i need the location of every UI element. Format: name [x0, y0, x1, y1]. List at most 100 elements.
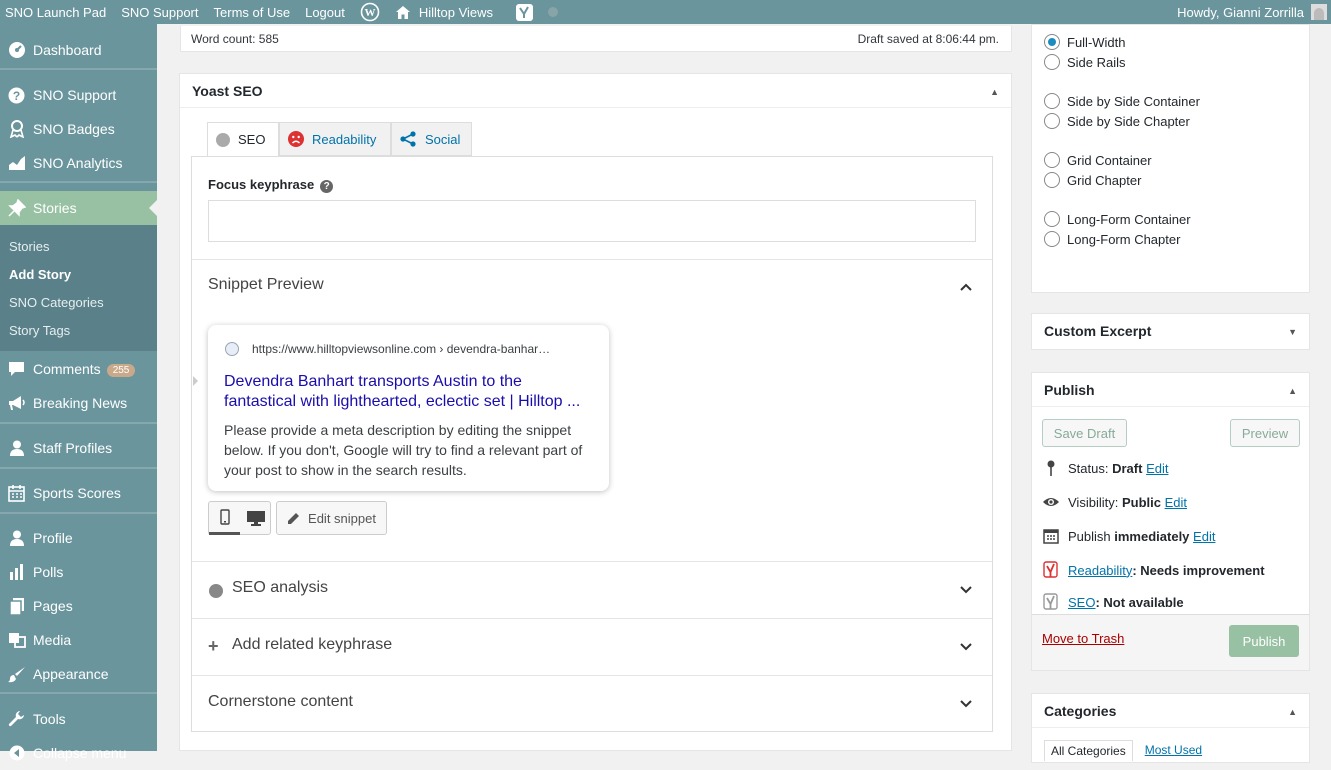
tab-readability[interactable]: Readability: [279, 122, 391, 156]
adminbar-sno-support[interactable]: SNO Support: [116, 0, 208, 24]
radio-icon[interactable]: [1044, 172, 1060, 188]
preview-button[interactable]: Preview: [1230, 419, 1300, 447]
save-draft-button[interactable]: Save Draft: [1042, 419, 1127, 447]
layout-option-side-rails[interactable]: Side Rails: [1044, 54, 1126, 70]
mobile-preview-button[interactable]: [209, 502, 240, 535]
badge-icon: [0, 120, 33, 138]
seo-analysis-title[interactable]: SEO analysis: [232, 579, 328, 597]
sidebar-item-collapse[interactable]: Collapse menu: [0, 736, 157, 770]
categories-header[interactable]: Categories ▲: [1032, 694, 1309, 728]
menu-separator: [0, 68, 157, 70]
add-related-keyphrase-title[interactable]: Add related keyphrase: [232, 636, 392, 654]
sidebar-item-sno-analytics[interactable]: SNO Analytics: [0, 146, 157, 180]
sidebar-item-stories[interactable]: Stories: [0, 191, 157, 225]
radio-icon[interactable]: [1044, 93, 1060, 109]
layout-option-side-by-side-container[interactable]: Side by Side Container: [1044, 93, 1200, 109]
radio-icon[interactable]: [1044, 211, 1060, 227]
radio-checked-icon[interactable]: [1044, 34, 1060, 50]
sidebar-item-polls[interactable]: Polls: [0, 555, 157, 589]
calendar-icon: [0, 484, 33, 502]
snippet-preview-title[interactable]: Snippet Preview: [208, 276, 324, 294]
collapse-up-icon[interactable]: ▲: [990, 87, 999, 97]
publish-header[interactable]: Publish ▲: [1032, 373, 1309, 407]
sad-face-red-icon: [288, 131, 304, 147]
adminbar-launch-pad[interactable]: SNO Launch Pad: [0, 0, 116, 24]
edit-snippet-button[interactable]: Edit snippet: [276, 501, 387, 535]
sidebar-item-tools[interactable]: Tools: [0, 702, 157, 736]
layout-option-label: Long-Form Chapter: [1067, 231, 1181, 247]
submenu-stories[interactable]: Stories: [9, 239, 49, 254]
chevron-down-icon[interactable]: [960, 641, 972, 653]
chevron-down-icon[interactable]: [960, 698, 972, 710]
chevron-down-icon[interactable]: [960, 584, 972, 596]
sidebar-item-sno-badges[interactable]: SNO Badges: [0, 112, 157, 146]
seo-link[interactable]: SEO: [1068, 595, 1095, 610]
layout-option-side-by-side-chapter[interactable]: Side by Side Chapter: [1044, 113, 1190, 129]
readability-value: : Needs improvement: [1132, 562, 1265, 578]
collapse-up-icon[interactable]: ▲: [1288, 707, 1297, 717]
sidebar-item-media[interactable]: Media: [0, 623, 157, 657]
sidebar-item-profile[interactable]: Profile: [0, 521, 157, 555]
help-question-icon[interactable]: ?: [320, 180, 334, 193]
collapse-icon: [0, 745, 33, 761]
custom-excerpt-header[interactable]: Custom Excerpt ▼: [1032, 314, 1309, 348]
edit-status-link[interactable]: Edit: [1146, 461, 1168, 476]
layout-option-grid-chapter[interactable]: Grid Chapter: [1044, 172, 1141, 188]
sidebar-item-sno-support[interactable]: ? SNO Support: [0, 78, 157, 112]
adminbar-account[interactable]: Howdy, Gianni Zorrilla: [1177, 0, 1331, 24]
visibility-label: Visibility:: [1068, 494, 1119, 510]
google-snippet-preview[interactable]: https://www.hilltopviewsonline.com › dev…: [208, 325, 609, 491]
sidebar-label: SNO Analytics: [33, 155, 123, 171]
layout-option-long-form-chapter[interactable]: Long-Form Chapter: [1044, 231, 1180, 247]
mobile-icon: [219, 509, 230, 525]
collapse-down-icon[interactable]: ▼: [1288, 327, 1297, 337]
readability-link[interactable]: Readability: [1068, 563, 1132, 578]
publish-button[interactable]: Publish: [1229, 625, 1299, 657]
word-count-bar: Word count: 585 Draft saved at 8:06:44 p…: [180, 26, 1012, 52]
sidebar-item-appearance[interactable]: Appearance: [0, 657, 157, 691]
collapse-up-icon[interactable]: ▲: [1288, 386, 1297, 396]
sidebar-item-dashboard[interactable]: Dashboard: [0, 33, 157, 67]
move-to-trash-link[interactable]: Move to Trash: [1042, 631, 1124, 646]
sidebar-item-pages[interactable]: Pages: [0, 589, 157, 623]
submenu-story-tags[interactable]: Story Tags: [9, 323, 70, 338]
snippet-title[interactable]: Devendra Banhart transports Austin to th…: [224, 372, 594, 412]
layout-option-label: Grid Container: [1067, 152, 1152, 168]
layout-option-long-form-container[interactable]: Long-Form Container: [1044, 211, 1191, 227]
submenu-add-story[interactable]: Add Story: [9, 267, 71, 282]
radio-icon[interactable]: [1044, 54, 1060, 70]
user-icon: [0, 530, 33, 546]
svg-text:?: ?: [13, 89, 20, 103]
snippet-description[interactable]: Please provide a meta description by edi…: [224, 420, 594, 480]
tab-social[interactable]: Social: [391, 122, 472, 156]
edit-publish-time-link[interactable]: Edit: [1193, 529, 1215, 544]
layout-option-full-width[interactable]: Full-Width: [1044, 34, 1126, 50]
adminbar-logout[interactable]: Logout: [300, 0, 355, 24]
chevron-up-icon[interactable]: [960, 281, 972, 293]
sidebar-item-sports-scores[interactable]: Sports Scores: [0, 476, 157, 510]
comment-icon: [0, 361, 33, 377]
sidebar-item-staff-profiles[interactable]: Staff Profiles: [0, 431, 157, 465]
sidebar-label: Pages: [33, 598, 73, 614]
sidebar-label: SNO Badges: [33, 121, 115, 137]
layout-option-label: Full-Width: [1067, 34, 1126, 50]
focus-keyphrase-input[interactable]: [208, 200, 976, 242]
yoast-icon[interactable]: [511, 0, 543, 24]
edit-visibility-link[interactable]: Edit: [1165, 495, 1187, 510]
tab-seo[interactable]: SEO: [207, 122, 279, 157]
radio-icon[interactable]: [1044, 231, 1060, 247]
radio-icon[interactable]: [1044, 152, 1060, 168]
adminbar-terms[interactable]: Terms of Use: [209, 0, 301, 24]
cornerstone-content-title[interactable]: Cornerstone content: [208, 693, 353, 711]
wordpress-logo-icon[interactable]: W: [355, 0, 390, 24]
layout-option-grid-container[interactable]: Grid Container: [1044, 152, 1152, 168]
home-icon: [395, 5, 411, 20]
radio-icon[interactable]: [1044, 113, 1060, 129]
poll-chart-icon: [0, 564, 33, 580]
adminbar-site[interactable]: Hilltop Views: [390, 0, 503, 24]
sidebar-item-comments[interactable]: Comments 255: [0, 352, 157, 386]
sidebar-item-breaking-news[interactable]: Breaking News: [0, 386, 157, 420]
desktop-preview-button[interactable]: [240, 502, 271, 535]
submenu-sno-categories[interactable]: SNO Categories: [9, 295, 104, 310]
yoast-metabox-header[interactable]: Yoast SEO ▲: [180, 74, 1011, 108]
